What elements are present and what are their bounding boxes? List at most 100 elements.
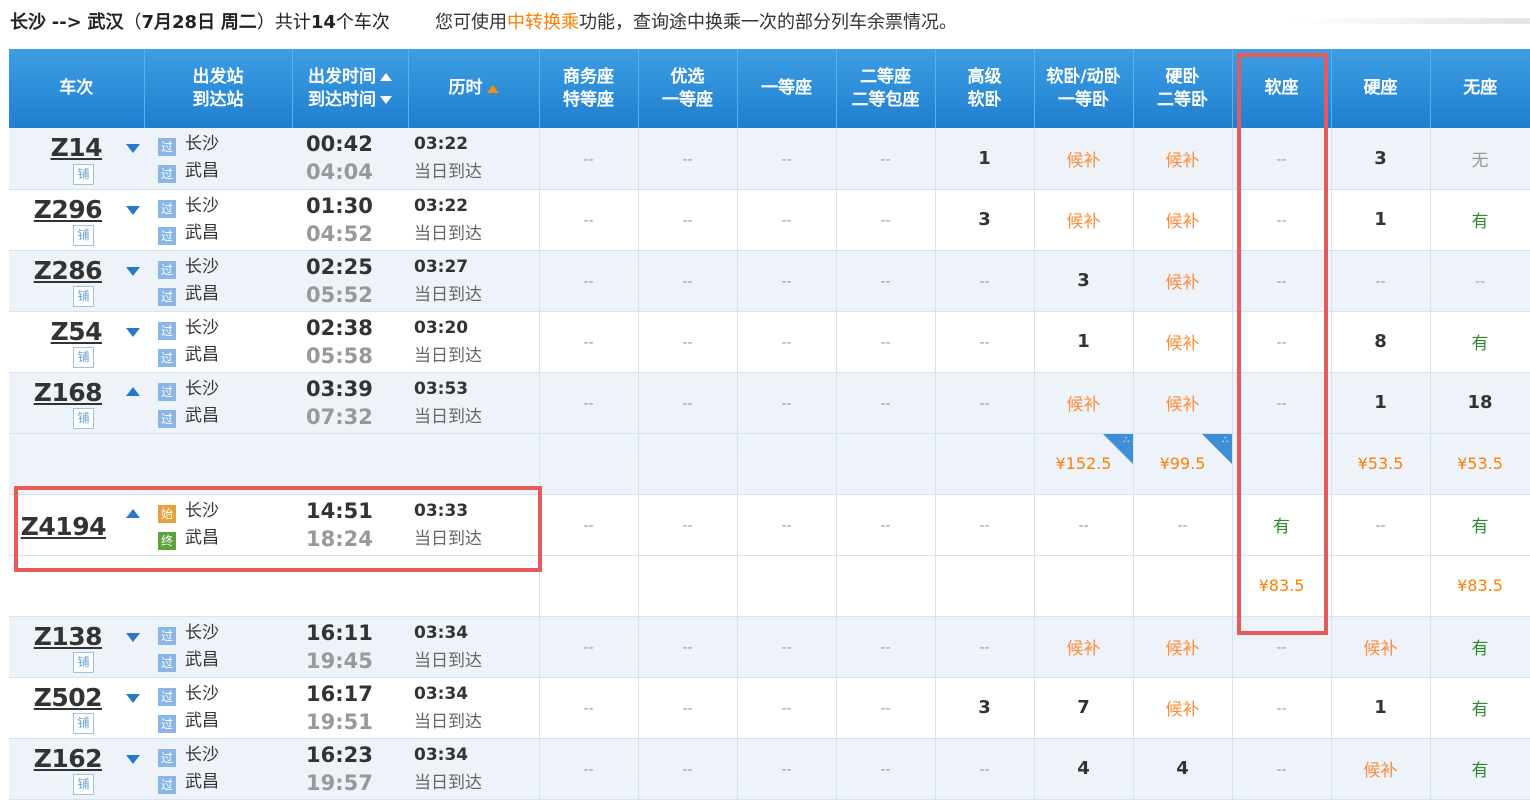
seat-availability-cell[interactable]: 候补	[1034, 616, 1134, 678]
duration: 03:33	[414, 500, 469, 521]
train-number-link[interactable]: Z502	[34, 683, 103, 712]
departure-time: 03:39	[306, 376, 373, 401]
seat-availability-cell[interactable]: 候补	[1133, 128, 1233, 190]
seat-availability: 候补	[1165, 150, 1200, 171]
seat-availability-cell[interactable]: 候补	[1331, 738, 1431, 800]
seat-availability-cell: --	[638, 738, 738, 800]
sort-asc-icon[interactable]	[486, 84, 499, 93]
seat-availability: --	[1276, 762, 1287, 778]
sort-desc-icon[interactable]	[380, 96, 392, 104]
station-cell: 过长沙过武昌	[144, 372, 292, 434]
train-number-link[interactable]: Z296	[34, 195, 103, 224]
seat-availability-cell[interactable]: 候补	[1331, 616, 1431, 678]
seat-availability-cell[interactable]: 1	[1331, 677, 1431, 739]
collapse-stops-icon[interactable]	[126, 386, 140, 396]
seat-availability-cell[interactable]: 有	[1430, 738, 1530, 800]
seat-availability: --	[682, 701, 693, 717]
seat-availability-cell[interactable]: 18	[1430, 372, 1530, 434]
seat-availability-cell[interactable]: 1	[935, 128, 1035, 190]
seat-availability-cell[interactable]: 候补	[1034, 128, 1134, 190]
station-name: 武昌	[185, 283, 219, 304]
seat-availability-cell: --	[539, 128, 639, 190]
seat-availability-cell[interactable]: 有	[1430, 189, 1530, 251]
price-row-spacer	[9, 555, 540, 617]
table-row[interactable]: Z4194 始长沙终武昌 14:51 18:24 03:33 当日到达 -- -- -- -- --…	[9, 494, 1530, 556]
train-number-link[interactable]: Z138	[34, 622, 103, 651]
seat-availability-cell[interactable]: 3	[1331, 128, 1431, 190]
seat-availability: 有	[1471, 700, 1489, 720]
station-cell: 过长沙过武昌	[144, 677, 292, 739]
time-cell: 16:17 19:51	[292, 677, 408, 739]
train-number-link[interactable]: Z286	[34, 256, 103, 285]
seat-availability: --	[583, 701, 594, 717]
seat-availability-cell[interactable]: 3	[935, 677, 1035, 739]
seat-availability-cell[interactable]: 有	[1232, 494, 1332, 556]
seat-availability-cell[interactable]: 候补	[1133, 677, 1233, 739]
arrival-station: 过武昌	[144, 220, 292, 247]
train-number-link[interactable]: Z54	[51, 317, 103, 346]
seat-price-cell: ∴ ¥99.5	[1133, 433, 1233, 495]
table-row[interactable]: Z286 铺过长沙过武昌 02:25 05:52 03:27 当日到达 -- -- -- -- --…	[9, 250, 1530, 312]
seat-availability: --	[583, 274, 594, 290]
seat-availability-cell[interactable]: 3	[935, 189, 1035, 251]
seat-availability-cell[interactable]: 候补	[1034, 189, 1134, 251]
sort-asc-icon[interactable]	[380, 73, 392, 81]
pass-through-icon: 过	[158, 348, 176, 367]
table-row[interactable]: Z162 铺过长沙过武昌 16:23 19:57 03:34 当日到达 -- -- -- -- --…	[9, 738, 1530, 800]
station-name: 武昌	[185, 649, 219, 670]
col-duration-sort[interactable]: 历时	[408, 49, 540, 128]
seat-availability-cell[interactable]: 8	[1331, 311, 1431, 373]
seat-availability: --	[979, 335, 990, 351]
seat-availability: --	[583, 640, 594, 656]
collapse-stops-icon[interactable]	[126, 508, 140, 518]
train-number-link[interactable]: Z4194	[21, 512, 107, 541]
expand-stops-icon[interactable]	[126, 205, 140, 215]
table-row[interactable]: Z54 铺过长沙过武昌 02:38 05:58 03:20 当日到达 -- -- -- -- -- 1…	[9, 311, 1530, 373]
seat-availability-cell[interactable]: 候补	[1133, 311, 1233, 373]
seat-availability-cell[interactable]: 有	[1430, 494, 1530, 556]
station-name: 长沙	[185, 256, 219, 277]
sleeper-badge: 铺	[73, 285, 94, 307]
train-number-link[interactable]: Z162	[34, 744, 103, 773]
seat-availability-cell: --	[737, 616, 837, 678]
table-row[interactable]: Z502 铺过长沙过武昌 16:17 19:51 03:34 当日到达 -- -- -- -- 3 7…	[9, 677, 1530, 739]
arrival-station: 过武昌	[144, 158, 292, 185]
seat-price-cell	[638, 555, 738, 617]
seat-availability-cell[interactable]: 候补	[1133, 372, 1233, 434]
seat-availability-cell[interactable]: 1	[1331, 189, 1431, 251]
seat-availability-cell[interactable]: 1	[1331, 372, 1431, 434]
seat-availability-cell[interactable]: 有	[1430, 677, 1530, 739]
seat-availability-cell[interactable]: 候补	[1133, 250, 1233, 312]
seat-availability-cell[interactable]: 1	[1034, 311, 1134, 373]
expand-stops-icon[interactable]	[126, 754, 140, 764]
seat-availability-cell[interactable]: 候补	[1133, 616, 1233, 678]
seat-availability-cell[interactable]: 4	[1034, 738, 1134, 800]
expand-stops-icon[interactable]	[126, 693, 140, 703]
seat-availability: --	[1276, 396, 1287, 412]
seat-availability-cell[interactable]: 4	[1133, 738, 1233, 800]
col-time-sort[interactable]: 出发时间 到达时间	[292, 49, 409, 128]
seat-availability-cell: --	[539, 189, 639, 251]
table-row[interactable]: Z296 铺过长沙过武昌 01:30 04:52 03:22 当日到达 -- -- -- -- 3 候…	[9, 189, 1530, 251]
seat-availability-cell[interactable]: 有	[1430, 311, 1530, 373]
expand-stops-icon[interactable]	[126, 266, 140, 276]
table-row[interactable]: Z168 铺过长沙过武昌 03:39 07:32 03:53 当日到达 -- -- -- -- --…	[9, 372, 1530, 434]
expand-stops-icon[interactable]	[126, 327, 140, 337]
arrival-time: 04:52	[306, 221, 373, 246]
table-row[interactable]: Z14 铺过长沙过武昌 00:42 04:04 03:22 当日到达 -- -- -- -- 1 候补…	[9, 128, 1530, 190]
expand-stops-icon[interactable]	[126, 144, 140, 153]
seat-price-cell	[836, 433, 936, 495]
seat-availability-cell[interactable]: 候补	[1133, 189, 1233, 251]
seat-availability: --	[682, 396, 693, 412]
seat-availability-cell[interactable]: 有	[1430, 616, 1530, 678]
seat-availability-cell: --	[638, 189, 738, 251]
train-number-link[interactable]: Z168	[34, 378, 103, 407]
train-number-link[interactable]: Z14	[51, 133, 103, 162]
seat-availability: 候补	[1066, 639, 1101, 659]
transfer-link[interactable]: 中转换乘	[507, 12, 579, 33]
seat-availability-cell[interactable]: 候补	[1034, 372, 1134, 434]
expand-stops-icon[interactable]	[126, 632, 140, 642]
table-row[interactable]: Z138 铺过长沙过武昌 16:11 19:45 03:34 当日到达 -- -- -- -- --…	[9, 616, 1530, 678]
seat-availability-cell[interactable]: 7	[1034, 677, 1134, 739]
seat-availability-cell[interactable]: 3	[1034, 250, 1134, 312]
